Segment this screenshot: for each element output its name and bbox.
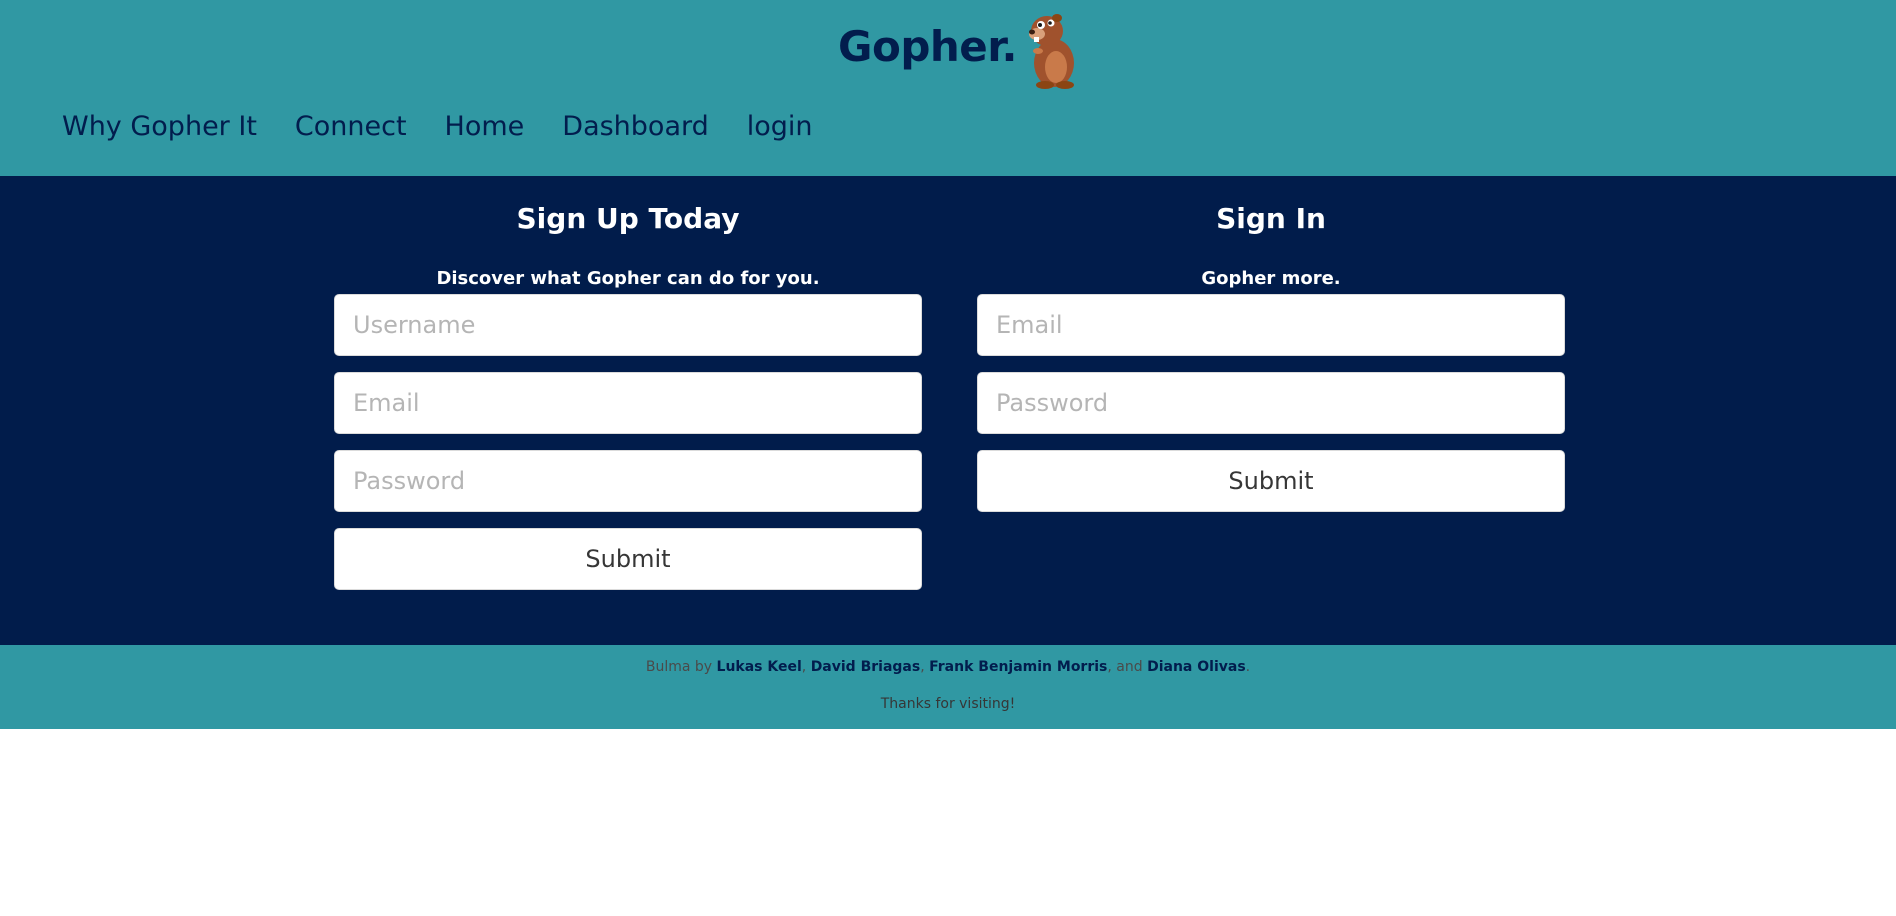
footer-prefix: Bulma by (645, 659, 717, 675)
signup-username-input[interactable] (334, 294, 922, 356)
footer-end: . (1245, 659, 1251, 675)
nav-login[interactable]: login (747, 111, 813, 142)
author-link[interactable]: David Briagas (811, 659, 921, 675)
gopher-mascot-icon (1028, 14, 1074, 89)
signup-password-input[interactable] (334, 450, 922, 512)
nav-dashboard[interactable]: Dashboard (562, 111, 708, 142)
nav-connect[interactable]: Connect (295, 111, 407, 142)
signin-submit-button[interactable]: Submit (977, 450, 1565, 512)
signin-password-input[interactable] (977, 372, 1565, 434)
signin-title: Sign In (1216, 202, 1326, 235)
site-header: Gopher. Why Gopher It Connect Home Dashb… (0, 0, 1896, 176)
forms-section: Sign Up Today Discover what Gopher can d… (0, 176, 1896, 645)
footer-credits: Bulma by Lukas Keel, David Briagas, Fran… (0, 659, 1896, 675)
brand-title[interactable]: Gopher. (838, 22, 1017, 71)
nav-home[interactable]: Home (445, 111, 525, 142)
signup-title: Sign Up Today (516, 202, 740, 235)
footer-separator: , (920, 659, 930, 675)
signup-subtitle: Discover what Gopher can do for you. (436, 268, 820, 289)
author-link[interactable]: Frank Benjamin Morris (929, 659, 1107, 675)
signup-submit-button[interactable]: Submit (334, 528, 922, 590)
author-link[interactable]: Lukas Keel (717, 659, 802, 675)
footer-separator: , (801, 659, 811, 675)
footer-separator: , and (1107, 659, 1148, 675)
footer-thanks: Thanks for visiting! (880, 696, 1016, 712)
nav-why-gopher-it[interactable]: Why Gopher It (62, 111, 257, 142)
signup-email-input[interactable] (334, 372, 922, 434)
author-link[interactable]: Diana Olivas (1147, 659, 1246, 675)
signin-email-input[interactable] (977, 294, 1565, 356)
site-footer: Bulma by Lukas Keel, David Briagas, Fran… (0, 645, 1896, 729)
brand[interactable]: Gopher. (838, 0, 1083, 92)
signin-subtitle: Gopher more. (1201, 268, 1341, 289)
main-nav: Why Gopher It Connect Home Dashboard log… (62, 100, 851, 152)
